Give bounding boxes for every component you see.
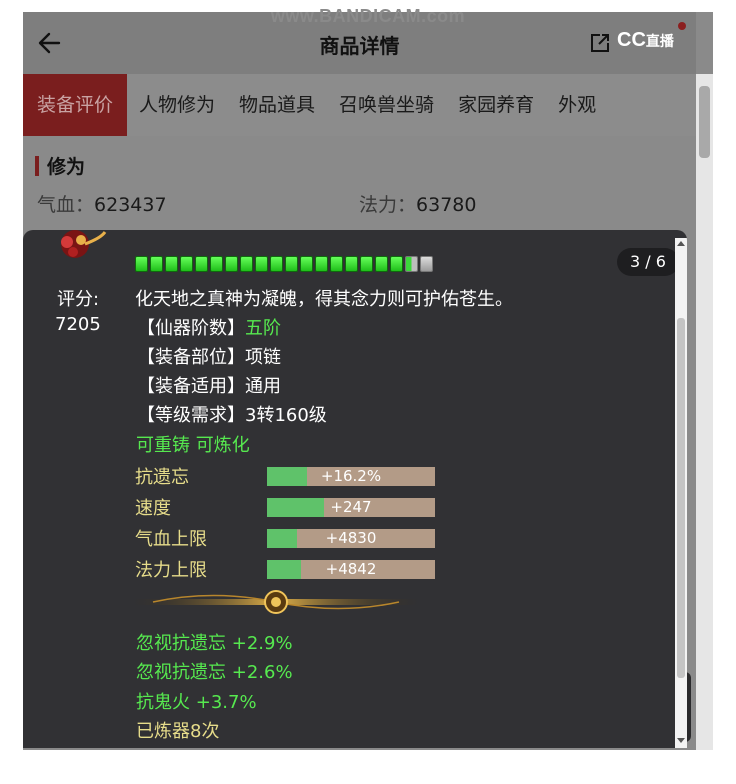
gem-icon: [330, 256, 343, 272]
cc-logo-text: CC: [617, 29, 646, 51]
stat-bar-label: 法力上限: [135, 560, 207, 581]
stat-bar-value: +16.2%: [320, 466, 382, 485]
gem-icon: [165, 256, 178, 272]
gem-icon: [180, 256, 193, 272]
mp-label: 法力：: [359, 194, 417, 216]
extra-attr-label: 忽视抗遗忘: [136, 662, 226, 683]
stat-bar-track: +16.2%: [267, 466, 435, 486]
stat-bar-row: 抗遗忘 +16.2%: [135, 463, 435, 489]
stat-bar-label: 气血上限: [135, 529, 207, 550]
gem-icon: [315, 256, 328, 272]
stat-bar-value: +4842: [325, 559, 377, 578]
gem-icon: [345, 256, 358, 272]
refine-count: 已炼器8次: [136, 721, 220, 742]
score-label: 评分:: [57, 289, 100, 310]
gem-icon: [225, 256, 238, 272]
star-level-gems: [135, 256, 435, 272]
share-icon[interactable]: [589, 32, 611, 54]
extra-attr-value: +2.6%: [231, 662, 293, 683]
cc-logo-suffix: 直播: [645, 33, 674, 49]
tab-equipment-rating[interactable]: 装备评价: [23, 74, 128, 136]
hp-stat: 气血：623437: [37, 190, 167, 217]
stat-bar-row: 气血上限 +4830: [135, 525, 435, 551]
mp-stat: 法力：63780: [359, 190, 476, 217]
cc-live-logo: CC直播: [617, 29, 674, 52]
tab-home[interactable]: 家园养育: [446, 74, 546, 136]
stat-bar-value: +247: [330, 497, 372, 516]
stat-bar-label: 抗遗忘: [135, 467, 189, 488]
attr-value: 项链: [245, 347, 281, 368]
hp-value: 623437: [94, 194, 167, 216]
gem-icon: [300, 256, 313, 272]
equipment-tooltip: 3 / 6 评分: 7205 化天地之真神为凝魄，得其念力则可护佑苍生。 【仙器…: [23, 230, 687, 748]
stat-bar-value: +4830: [325, 528, 377, 547]
tab-appearance[interactable]: 外观: [546, 74, 608, 136]
page-scrollbar[interactable]: [696, 74, 713, 750]
attr-label: 【等级需求】: [137, 405, 245, 426]
gem-icon: [135, 256, 148, 272]
extra-attr-value: +2.9%: [231, 633, 293, 654]
tooltip-scrollbar-thumb[interactable]: [677, 318, 685, 678]
attr-value: 通用: [245, 376, 281, 397]
ornamental-divider: [133, 590, 419, 614]
page-scrollbar-thumb[interactable]: [699, 86, 710, 158]
category-tabs: 装备评价 人物修为 物品道具 召唤兽坐骑 家园养育 外观: [23, 74, 696, 136]
craft-note: 可重铸 可炼化: [136, 435, 250, 456]
attr-level-req: 【等级需求】3转160级: [137, 401, 327, 427]
gem-icon: [195, 256, 208, 272]
necklace-item-icon: [61, 230, 107, 258]
tab-items[interactable]: 物品道具: [227, 74, 327, 136]
gem-icon: [150, 256, 163, 272]
page-indicator: 3 / 6: [617, 248, 679, 276]
gem-icon: [210, 256, 223, 272]
stat-bar-track: +247: [267, 497, 435, 517]
attr-label: 【装备适用】: [137, 376, 245, 397]
extra-attr: 抗鬼火 +3.7%: [136, 688, 257, 714]
attr-equip-slot: 【装备部位】项链: [137, 343, 281, 369]
attr-label: 【仙器阶数】: [137, 318, 245, 339]
gem-icon: [405, 256, 418, 272]
gem-icon: [285, 256, 298, 272]
scroll-down-arrow-icon[interactable]: [677, 738, 685, 743]
extra-attr-value: +3.7%: [195, 692, 257, 713]
hp-label: 气血：: [37, 194, 95, 216]
stat-bar-track: +4830: [267, 528, 435, 548]
attr-value: 3转160级: [245, 405, 327, 426]
extra-attr: 忽视抗遗忘 +2.6%: [136, 658, 293, 684]
mp-value: 63780: [416, 194, 477, 216]
section-marker: [35, 155, 39, 176]
stat-bar-row: 法力上限 +4842: [135, 556, 435, 582]
gem-icon: [420, 256, 433, 272]
attr-label: 【装备部位】: [137, 347, 245, 368]
cultivation-section-header: 修为: [35, 152, 85, 179]
attr-value: 五阶: [245, 318, 281, 339]
stat-bar-label: 速度: [135, 498, 171, 519]
gem-icon: [390, 256, 403, 272]
item-description: 化天地之真神为凝魄，得其念力则可护佑苍生。: [135, 289, 513, 310]
score-value: 7205: [55, 314, 101, 335]
tab-summons-mounts[interactable]: 召唤兽坐骑: [327, 74, 446, 136]
gem-icon: [360, 256, 373, 272]
stat-bar-row: 速度 +247: [135, 494, 435, 520]
stat-bar-track: +4842: [267, 559, 435, 579]
attr-artifact-tier: 【仙器阶数】五阶: [137, 314, 281, 340]
extra-attr: 忽视抗遗忘 +2.9%: [136, 629, 293, 655]
gem-icon: [255, 256, 268, 272]
tooltip-scrollbar[interactable]: [675, 238, 687, 748]
scroll-up-arrow-icon[interactable]: [677, 241, 685, 246]
extra-attr-label: 抗鬼火: [136, 692, 190, 713]
gem-icon: [375, 256, 388, 272]
extra-attr-label: 忽视抗遗忘: [136, 633, 226, 654]
gem-icon: [270, 256, 283, 272]
gem-icon: [240, 256, 253, 272]
section-title: 修为: [47, 156, 86, 178]
tab-character-cultivation[interactable]: 人物修为: [127, 74, 227, 136]
recording-watermark: www.BANDICAM.com: [270, 6, 466, 26]
attr-equip-class: 【装备适用】通用: [137, 372, 281, 398]
screen: www.BANDICAM.com 商品详情 CC直播 装备评价 人物修为 物品道…: [0, 0, 736, 784]
